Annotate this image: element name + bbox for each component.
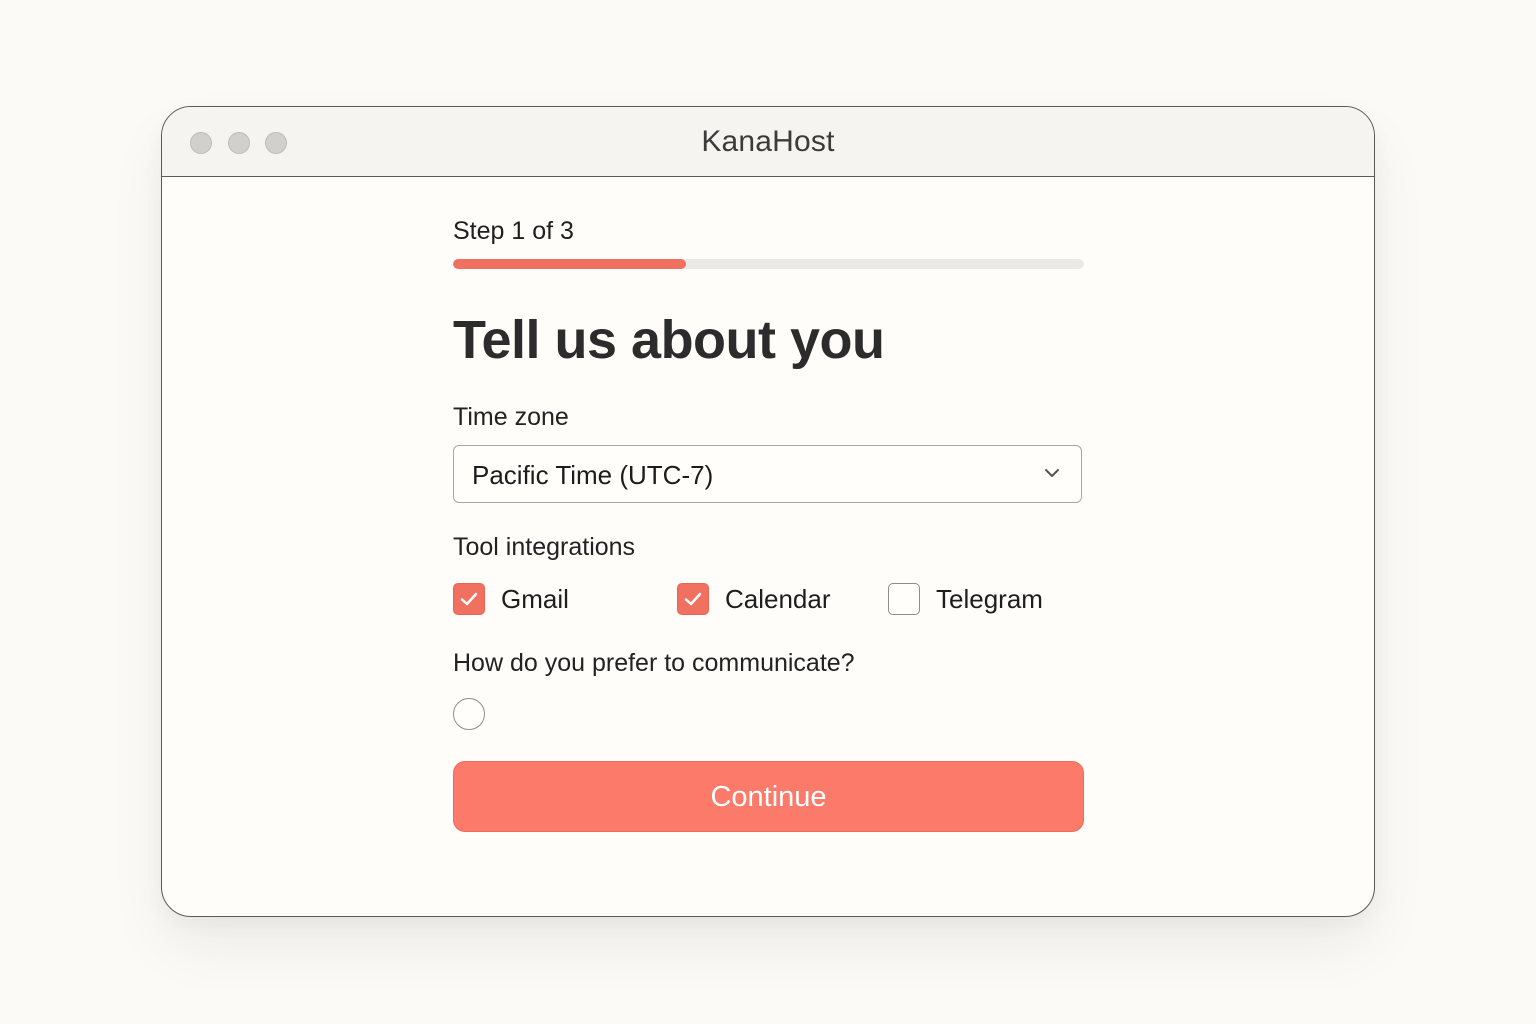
tool-integrations-group: Gmail Calendar Telegram	[453, 583, 1085, 617]
onboarding-form: Step 1 of 3 Tell us about you Time zone …	[453, 217, 1085, 832]
checkbox-telegram[interactable]: Telegram	[888, 583, 1043, 615]
checkbox-gmail[interactable]: Gmail	[453, 583, 569, 615]
checkbox-telegram-box[interactable]	[888, 583, 920, 615]
checkmark-icon	[684, 592, 702, 606]
title-bar[interactable]: KanaHost	[162, 107, 1374, 177]
checkbox-calendar-box[interactable]	[677, 583, 709, 615]
continue-button[interactable]: Continue	[453, 761, 1084, 832]
tool-integrations-label: Tool integrations	[453, 533, 636, 561]
chevron-down-icon	[1045, 469, 1059, 477]
timezone-select-value: Pacific Time (UTC-7)	[472, 460, 714, 490]
app-window: KanaHost Step 1 of 3 Tell us about you T…	[161, 106, 1375, 917]
checkbox-calendar-label: Calendar	[725, 583, 831, 614]
progress-bar-fill	[453, 259, 687, 269]
page-title: Tell us about you	[453, 310, 885, 370]
checkbox-gmail-box[interactable]	[453, 583, 485, 615]
step-indicator: Step 1 of 3	[453, 217, 574, 245]
communication-label: How do you prefer to communicate?	[453, 649, 855, 677]
checkbox-telegram-label: Telegram	[936, 583, 1043, 614]
communication-radio[interactable]	[453, 698, 485, 730]
timezone-select[interactable]: Pacific Time (UTC-7)	[453, 445, 1082, 503]
window-title: KanaHost	[701, 125, 835, 158]
checkmark-icon	[460, 592, 478, 606]
checkbox-gmail-label: Gmail	[501, 583, 569, 614]
checkbox-calendar[interactable]: Calendar	[677, 583, 831, 615]
timezone-label: Time zone	[453, 403, 569, 431]
progress-bar	[453, 259, 1084, 269]
